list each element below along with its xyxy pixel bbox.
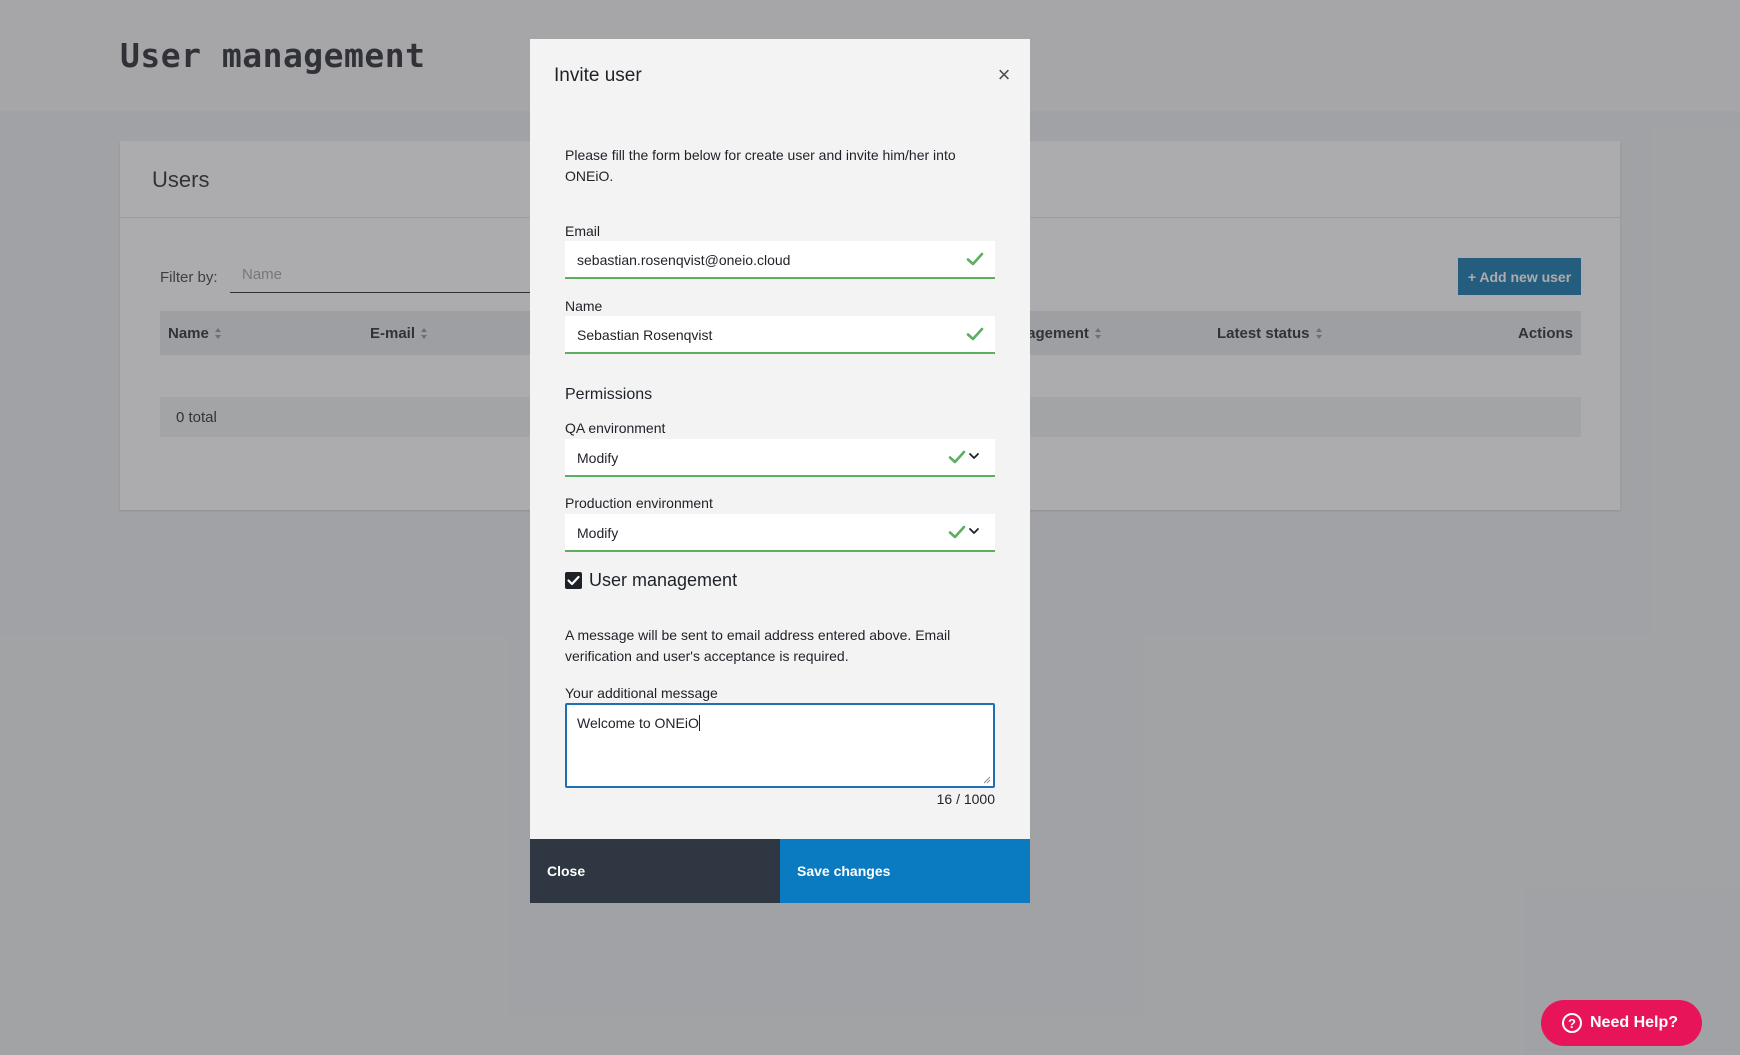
save-changes-button[interactable]: Save changes: [780, 839, 1030, 903]
check-icon: [948, 525, 966, 539]
modal-intro-text: Please fill the form below for create us…: [565, 147, 956, 184]
chevron-down-icon: [969, 528, 979, 534]
close-button[interactable]: Close: [530, 839, 780, 903]
modal-title: Invite user: [554, 65, 642, 86]
name-value: Sebastian Rosenqvist: [577, 327, 713, 343]
checkmark-icon: [567, 575, 580, 586]
email-label: Email: [565, 223, 601, 239]
name-label: Name: [565, 298, 603, 314]
email-field[interactable]: sebastian.rosenqvist@oneio.cloud: [565, 241, 995, 279]
qa-environment-value: Modify: [577, 450, 619, 466]
check-icon: [966, 327, 984, 341]
name-field[interactable]: Sebastian Rosenqvist: [565, 316, 995, 354]
user-management-checkbox[interactable]: [565, 572, 582, 589]
email-value: sebastian.rosenqvist@oneio.cloud: [577, 252, 791, 268]
check-icon: [948, 450, 966, 464]
email-notice-text: A message will be sent to email address …: [565, 627, 951, 664]
character-counter: 16 / 1000: [936, 791, 995, 807]
invite-user-modal: Invite user × Please fill the form below…: [530, 39, 1030, 903]
check-icon: [966, 252, 984, 266]
production-environment-value: Modify: [577, 525, 619, 541]
production-environment-select[interactable]: Modify: [565, 514, 995, 552]
user-management-label[interactable]: User management: [589, 570, 737, 591]
question-circle-icon: ?: [1562, 1013, 1582, 1033]
close-icon[interactable]: ×: [992, 63, 1016, 87]
message-text: Welcome to ONEiO: [577, 715, 699, 731]
qa-environment-select[interactable]: Modify: [565, 439, 995, 477]
text-caret: [698, 715, 700, 731]
permissions-heading: Permissions: [565, 386, 653, 403]
production-environment-label: Production environment: [565, 495, 713, 511]
qa-environment-label: QA environment: [565, 420, 666, 436]
resize-handle-icon[interactable]: [983, 776, 991, 784]
need-help-button[interactable]: ? Need Help?: [1541, 1000, 1702, 1046]
need-help-label: Need Help?: [1590, 1014, 1679, 1031]
chevron-down-icon: [969, 453, 979, 459]
additional-message-textarea[interactable]: Welcome to ONEiO: [565, 703, 995, 788]
additional-message-label: Your additional message: [565, 685, 718, 701]
additional-message-value: Welcome to ONEiO: [577, 715, 700, 731]
